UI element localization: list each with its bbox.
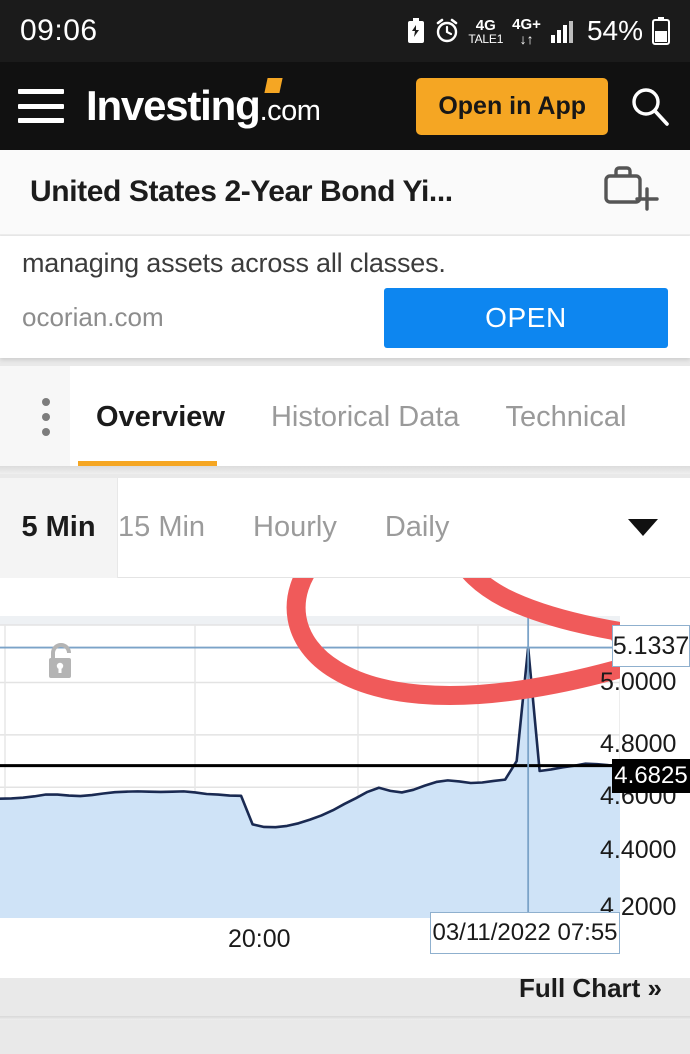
phone-screen: 09:06 4G TALE1 4G+ ↓↑ 54% Investing .com… xyxy=(0,0,690,1054)
full-chart-link[interactable]: Full Chart » xyxy=(519,973,662,1004)
unlock-icon[interactable] xyxy=(40,640,80,689)
timeframe-hourly[interactable]: Hourly xyxy=(253,511,337,544)
crosshair-x-date-label: 03/11/2022 07:55 xyxy=(430,912,620,954)
page-title: United States 2-Year Bond Yi... xyxy=(30,175,453,208)
battery-percent-label: 54% xyxy=(586,15,643,46)
tab-technical[interactable]: Technical xyxy=(460,366,627,468)
y-axis-tick-4-8: 4.8000 xyxy=(600,730,677,758)
battery-saver-icon xyxy=(406,18,426,44)
kebab-menu-icon[interactable] xyxy=(22,366,70,468)
tab-bar: Overview Historical Data Technical xyxy=(0,366,690,474)
timeframe-15-min[interactable]: 15 Min xyxy=(118,511,205,544)
timeframe-daily[interactable]: Daily xyxy=(385,511,449,544)
tab-bar-divider xyxy=(0,466,690,474)
brand-suffix-label: .com xyxy=(259,95,321,127)
hamburger-menu-icon[interactable] xyxy=(18,89,64,123)
app-header: Investing .com Open in App xyxy=(0,62,690,150)
page-background-bottom xyxy=(0,1020,690,1054)
advertisement-banner[interactable]: managing assets across all classes. ocor… xyxy=(0,236,690,358)
investing-logo[interactable]: Investing .com xyxy=(86,78,321,130)
y-axis-tick-5: 5.0000 xyxy=(600,668,677,696)
network-4g-icon: 4G TALE1 xyxy=(468,18,503,45)
brand-name-label: Investing xyxy=(86,82,261,129)
last-price-badge: 4.6825 xyxy=(612,759,690,793)
x-axis-tick-2000: 20:00 xyxy=(228,925,291,953)
search-icon[interactable] xyxy=(628,84,672,128)
network-type-label: 4G xyxy=(475,16,496,34)
timeframe-selector: 5 Min 15 Min Hourly Daily xyxy=(0,477,690,578)
open-in-app-button[interactable]: Open in App xyxy=(416,77,608,135)
status-icon-tray: 4G TALE1 4G+ ↓↑ 54% xyxy=(406,15,670,47)
tab-overview[interactable]: Overview xyxy=(70,366,225,468)
battery-icon xyxy=(652,17,670,45)
ad-body-text: managing assets across all classes. xyxy=(22,248,446,278)
chevron-down-icon[interactable] xyxy=(628,519,658,536)
timeframe-5-min[interactable]: 5 Min xyxy=(0,477,118,578)
signal-bars-icon xyxy=(550,19,576,43)
network-4g-plus-icon: 4G+ ↓↑ xyxy=(512,17,541,46)
tab-list: Overview Historical Data Technical xyxy=(70,366,690,468)
network-type-plus-label: 4G+ xyxy=(512,15,541,33)
network-carrier-label: TALE1 xyxy=(468,31,504,46)
instrument-title-bar: United States 2-Year Bond Yi... xyxy=(0,150,690,235)
ad-open-button[interactable]: OPEN xyxy=(384,288,668,348)
logo-accent-diamond-icon xyxy=(264,78,283,93)
status-clock: 09:06 xyxy=(20,14,98,47)
data-transfer-arrows-icon: ↓↑ xyxy=(519,30,534,47)
y-axis-tick-4-4: 4.4000 xyxy=(600,836,677,864)
portfolio-add-icon[interactable] xyxy=(602,164,660,221)
ad-domain-label: ocorian.com xyxy=(22,302,164,332)
status-bar: 09:06 4G TALE1 4G+ ↓↑ 54% xyxy=(0,0,690,62)
crosshair-y-value-label: 5.1337 xyxy=(612,625,690,667)
tab-historical-data[interactable]: Historical Data xyxy=(225,366,460,468)
alarm-icon xyxy=(435,18,459,44)
